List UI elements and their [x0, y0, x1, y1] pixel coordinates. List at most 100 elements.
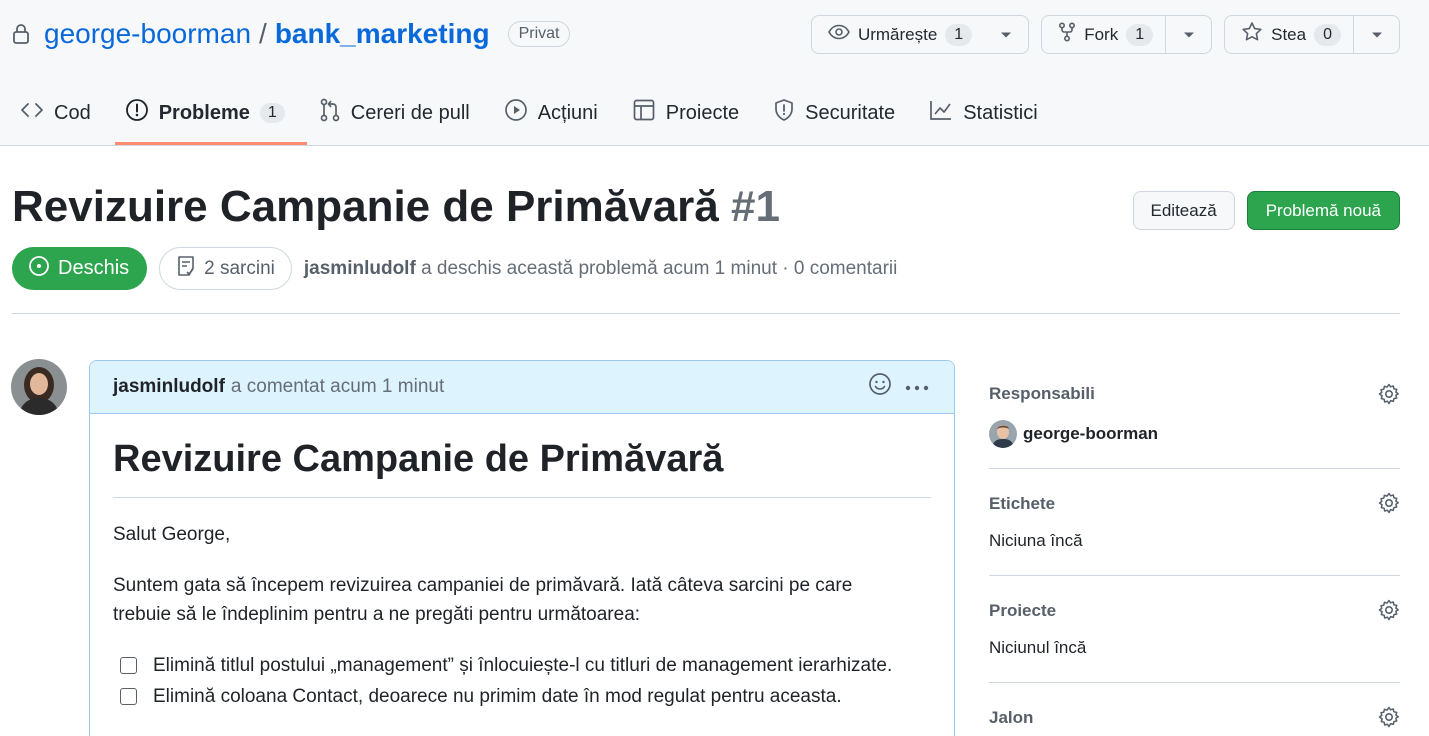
projects-value: Niciunul încă [989, 638, 1087, 657]
task-list-item: Elimină coloana Contact, deoarece nu pri… [113, 682, 931, 711]
tab-issues[interactable]: Probleme 1 [114, 88, 307, 145]
star-icon [1241, 21, 1263, 48]
issue-title: Revizuire Campanie de Primăvară #1 [12, 182, 780, 232]
repo-name-link[interactable]: bank_marketing [275, 18, 490, 50]
task-text: Elimină coloana Contact, deoarece nu pri… [153, 686, 842, 707]
triangle-down-icon [1183, 26, 1195, 44]
repo-title-line: george-boorman / bank_marketing Privat [12, 16, 571, 52]
eye-icon [828, 24, 850, 45]
repo-header: george-boorman / bank_marketing Privat U… [0, 0, 1429, 146]
gear-icon[interactable] [1378, 383, 1400, 410]
fork-dropdown-button[interactable] [1165, 16, 1211, 53]
tab-projects[interactable]: Proiecte [632, 88, 751, 138]
graph-icon [929, 99, 953, 127]
watch-count: 1 [945, 23, 973, 46]
issue-comment: jasminludolf a comentat acum 1 minut Rev… [89, 360, 955, 736]
comment-body: Revizuire Campanie de Primăvară Salut Ge… [90, 414, 954, 711]
star-button-group: Stea 0 [1224, 15, 1400, 54]
task-list: Elimină titlul postului „management” și … [113, 651, 931, 711]
star-dropdown-button[interactable] [1353, 16, 1399, 53]
assignee-item[interactable]: george-boorman [989, 420, 1400, 448]
tasks-badge[interactable]: 2 sarcini [159, 247, 292, 290]
star-button[interactable]: Stea 0 [1225, 16, 1353, 53]
watch-label: Urmărește [857, 24, 938, 44]
issue-state-badge: Deschis [12, 247, 148, 290]
repo-nav-tabs: Cod Probleme 1 Cereri de pull Acțiuni Pr… [20, 88, 1072, 146]
fork-button[interactable]: Fork 1 [1042, 16, 1165, 53]
milestone-section: Jalon [989, 683, 1400, 736]
comment-greeting: Salut George, [113, 524, 231, 545]
smiley-icon[interactable] [868, 372, 892, 402]
kebab-horizontal-icon[interactable] [904, 376, 930, 398]
code-icon [20, 101, 44, 125]
tab-label: Cod [54, 101, 91, 124]
tab-label: Proiecte [665, 101, 740, 124]
tab-label: Securitate [805, 101, 896, 124]
labels-heading: Etichete [989, 494, 1056, 513]
task-list-item: Elimină titlul postului „management” și … [113, 651, 931, 680]
tab-label: Cereri de pull [350, 101, 470, 124]
new-issue-button[interactable]: Problemă nouă [1246, 191, 1400, 230]
issue-title-text: Revizuire Campanie de Primăvară [12, 182, 719, 231]
issue-author-link[interactable]: jasminludolf [304, 258, 416, 279]
avatar [989, 420, 1017, 448]
issues-count: 1 [259, 103, 285, 123]
tab-security[interactable]: Securitate [773, 88, 907, 138]
milestone-heading: Jalon [989, 708, 1034, 727]
fork-label: Fork [1084, 24, 1119, 44]
repo-path-separator: / [259, 18, 267, 49]
tab-pull-requests[interactable]: Cereri de pull [319, 88, 482, 138]
triangle-down-icon [1371, 26, 1383, 44]
issue-meta-text: jasminludolf a deschis această problemă … [304, 258, 897, 280]
issue-opened-icon [125, 98, 149, 128]
watch-button[interactable]: Urmărește 1 [812, 16, 984, 53]
gear-icon[interactable] [1378, 599, 1400, 626]
star-label: Stea [1271, 24, 1307, 44]
comment-intro: Suntem gata să începem revizuirea campan… [113, 575, 853, 625]
comment-author-link[interactable]: jasminludolf [113, 376, 225, 398]
avatar[interactable] [11, 359, 67, 415]
git-pull-request-icon [319, 98, 341, 128]
repo-forked-icon [1058, 22, 1076, 47]
issue-sidebar: Responsabili george-boorman Etichete Nic… [989, 360, 1400, 736]
task-text: Elimină titlul postului „management” și … [153, 655, 893, 676]
repo-owner-link[interactable]: george-boorman [44, 18, 251, 50]
lock-icon [12, 23, 30, 45]
comment-heading: Revizuire Campanie de Primăvară [113, 438, 931, 498]
tab-label: Statistici [963, 101, 1038, 124]
projects-section: Proiecte Niciunul încă [989, 576, 1400, 683]
repo-actions: Urmărește 1 Fork 1 Stea 0 [810, 15, 1400, 54]
gear-icon[interactable] [1378, 706, 1400, 733]
issue-meta-description: a deschis această problemă acum 1 minut … [421, 257, 898, 279]
shield-icon [773, 98, 795, 128]
tab-actions[interactable]: Acțiuni [504, 88, 610, 138]
issue-meta-row: Deschis 2 sarcini jasminludolf a deschis… [12, 247, 897, 290]
issue-opened-icon [28, 255, 50, 283]
visibility-badge: Privat [507, 21, 571, 47]
fork-count: 1 [1126, 23, 1154, 46]
tab-label: Acțiuni [537, 101, 598, 124]
assignees-heading: Responsabili [989, 384, 1095, 403]
projects-heading: Proiecte [989, 601, 1057, 620]
task-checkbox[interactable] [120, 688, 137, 705]
gear-icon[interactable] [1378, 492, 1400, 519]
triangle-down-icon [1000, 26, 1012, 44]
fork-button-group: Fork 1 [1041, 15, 1213, 54]
tab-code[interactable]: Cod [20, 88, 103, 138]
comment-header-actions [868, 372, 930, 402]
task-checkbox[interactable] [120, 657, 137, 674]
issue-title-actions: Editează Problemă nouă [1132, 191, 1400, 230]
tasks-count: 2 sarcini [204, 257, 275, 279]
watch-dropdown-button[interactable] [984, 16, 1028, 53]
tab-label: Probleme [158, 101, 250, 124]
labels-section: Etichete Niciuna încă [989, 469, 1400, 576]
issue-state-label: Deschis [58, 257, 130, 279]
labels-value: Niciuna încă [989, 531, 1083, 550]
edit-button[interactable]: Editează [1132, 191, 1235, 230]
assignees-section: Responsabili george-boorman [989, 360, 1400, 469]
tab-insights[interactable]: Statistici [929, 88, 1049, 138]
issue-number: #1 [731, 182, 780, 231]
header-divider [12, 313, 1400, 314]
assignee-name: george-boorman [1023, 424, 1159, 443]
watch-button-group: Urmărește 1 [810, 15, 1030, 54]
